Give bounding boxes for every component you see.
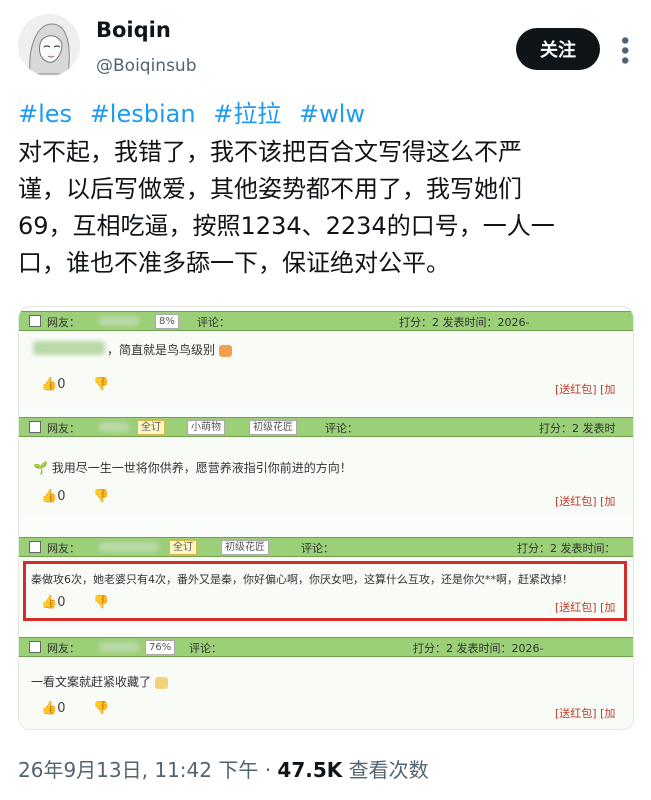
tweet-text: 对不起，我错了，我不该把百合文写得这么不严 谨，以后写做爱，其他姿势都不用了，我… (18, 134, 638, 282)
comment-header: 网友： 全订 初级花匠 评论： 打分：2 发表时间： (19, 537, 633, 557)
badge-cute: 小萌物 (187, 420, 225, 435)
tweet-meta: 26年9月13日, 11:42 下午 · 47.5K 查看次数 (18, 758, 429, 782)
comment-text: 一看文案就赶紧收藏了 (31, 673, 169, 690)
comment-header: 网友： 8% 评论： 打分：2 发表时间：2026- (19, 311, 633, 331)
redacted-name (99, 542, 159, 552)
avatar-drawing (18, 14, 80, 76)
view-count: 47.5K (277, 758, 343, 782)
checkbox (29, 421, 41, 433)
tweet-text-line: 对不起，我错了，我不该把百合文写得这么不严 (18, 138, 522, 166)
netizen-label: 网友： (47, 642, 80, 655)
comment-block: 网友： 全订 小萌物 初级花匠 评论： 打分：2 发表时 🌱 我用尽一生一世将你… (19, 417, 633, 517)
sprout-icon: 🌱 (33, 461, 48, 475)
like-button[interactable]: 👍0 (41, 377, 65, 392)
score-time: 打分：2 发表时间：2026- (399, 316, 530, 329)
view-count-label: 查看次数 (348, 758, 429, 782)
red-packet-link[interactable]: [送红包] [加 (555, 381, 615, 397)
separator-dot: · (264, 758, 272, 782)
redacted-text (33, 341, 105, 355)
dislike-button[interactable]: 👎 (93, 489, 109, 504)
netizen-label: 网友： (47, 316, 80, 329)
red-packet-link[interactable]: [送红包] [加 (555, 493, 615, 509)
post-time[interactable]: 11:42 下午 (154, 758, 258, 782)
comment-text-content: 我用尽一生一世将你供养，愿营养液指引你前进的方向！ (51, 461, 352, 475)
comment-text-content: 一看文案就赶紧收藏了 (31, 675, 152, 689)
hashtag-link[interactable]: #lesbian (90, 100, 196, 128)
review-label: 评论： (325, 422, 358, 435)
more-dots-icon[interactable]: ••• (611, 34, 636, 64)
checkbox (29, 641, 41, 653)
tweet-text-line: 69，互相吃逼，按照1234、2234的口号，一人一 (18, 212, 555, 240)
like-count: 0 (57, 377, 66, 392)
comment-block: 网友： 76% 评论： 打分：2 发表时间：2026- 一看文案就赶紧收藏了 👍… (19, 637, 633, 729)
score-time: 打分：2 发表时 (539, 422, 616, 435)
hashtag-link[interactable]: #les (18, 100, 72, 128)
attached-image[interactable]: 网友： 8% 评论： 打分：2 发表时间：2026- ，简直就是鸟鸟级别 👍0 … (18, 306, 634, 730)
badge-full-sub: 全订 (137, 420, 165, 435)
dislike-button[interactable]: 👎 (93, 377, 109, 392)
netizen-label: 网友： (47, 542, 80, 555)
tweet-text-line: 谨，以后写做爱，其他姿势都不用了，我写她们 (18, 175, 522, 203)
comment-text: ，简直就是鸟鸟级别 (107, 341, 233, 358)
highlight-box (23, 561, 627, 621)
redacted-name (99, 642, 139, 652)
follow-button[interactable]: 关注 (516, 28, 600, 70)
percent-badge: 8% (155, 314, 179, 329)
score-time: 打分：2 发表时间：2026- (413, 642, 544, 655)
badge-gardener: 初级花匠 (249, 420, 297, 435)
avatar[interactable] (18, 14, 80, 76)
review-label: 评论： (197, 316, 230, 329)
comment-text-content: ，简直就是鸟鸟级别 (107, 343, 216, 357)
like-button[interactable]: 👍0 (41, 701, 65, 716)
comment-block: 网友： 8% 评论： 打分：2 发表时间：2026- ，简直就是鸟鸟级别 👍0 … (19, 311, 633, 407)
tweet-text-line: 口，谁也不准多舔一下，保证绝对公平。 (18, 249, 450, 277)
review-label: 评论： (189, 642, 222, 655)
hashtag-link[interactable]: #拉拉 (213, 100, 281, 128)
redacted-name (99, 422, 129, 432)
review-label: 评论： (301, 542, 334, 555)
comment-header: 网友： 76% 评论： 打分：2 发表时间：2026- (19, 637, 633, 657)
display-name[interactable]: Boiqin (96, 18, 171, 42)
comment-header: 网友： 全订 小萌物 初级花匠 评论： 打分：2 发表时 (19, 417, 633, 437)
like-count: 0 (57, 489, 66, 504)
checkbox (29, 315, 41, 327)
post-date[interactable]: 26年9月13日 (18, 758, 142, 782)
score-time: 打分：2 发表时间： (517, 542, 616, 555)
redacted-name (99, 316, 139, 326)
netizen-label: 网友： (47, 422, 80, 435)
badge-full-sub: 全订 (169, 540, 197, 555)
emoji-icon (219, 344, 233, 357)
percent-badge: 76% (145, 640, 176, 655)
comment-text: 🌱 我用尽一生一世将你供养，愿营养液指引你前进的方向！ (33, 459, 352, 476)
emoji-icon (155, 676, 169, 689)
checkbox (29, 541, 41, 553)
hashtag-link[interactable]: #wlw (299, 100, 365, 128)
badge-gardener: 初级花匠 (221, 540, 269, 555)
red-packet-link[interactable]: [送红包] [加 (555, 705, 615, 721)
like-count: 0 (57, 701, 66, 716)
dislike-button[interactable]: 👎 (93, 701, 109, 716)
like-button[interactable]: 👍0 (41, 489, 65, 504)
user-handle[interactable]: @Boiqinsub (96, 56, 197, 76)
hashtag-row: #les #lesbian #拉拉 #wlw (18, 94, 375, 129)
